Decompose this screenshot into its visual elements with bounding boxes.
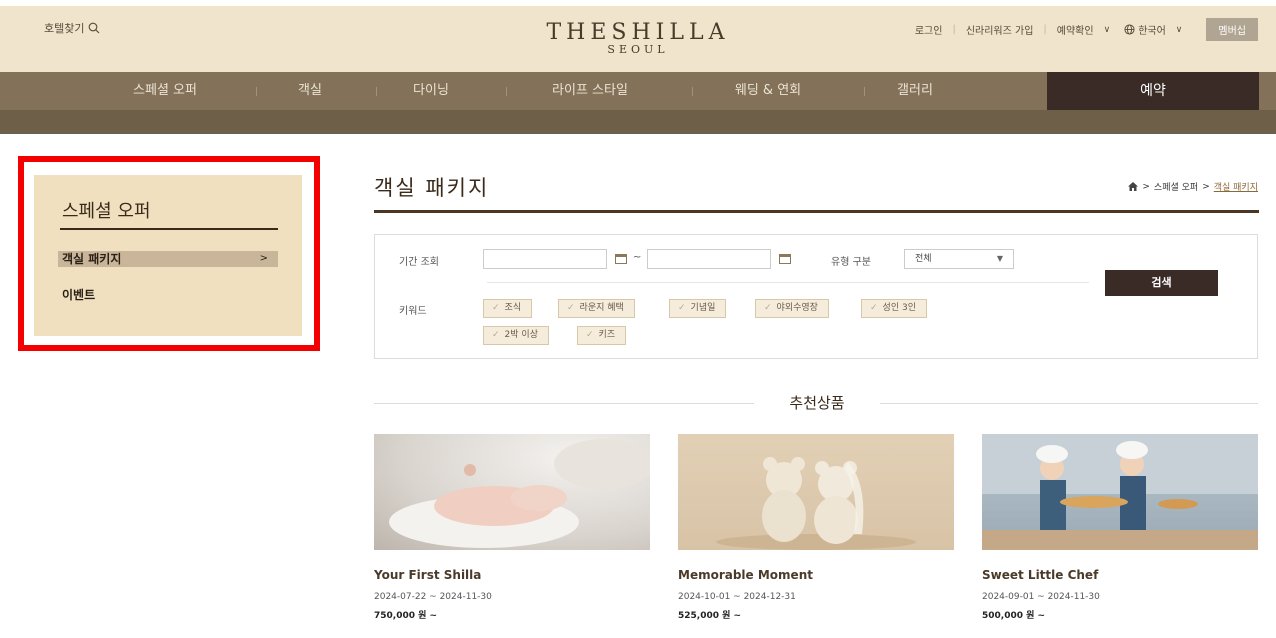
nav-separator <box>506 87 507 96</box>
check-icon: ✓ <box>492 330 500 340</box>
product-card[interactable]: Memorable Moment 2024-10-01 ~ 2024-12-31… <box>678 434 954 621</box>
product-period: 2024-09-01 ~ 2024-11-30 <box>982 592 1100 602</box>
section-divider <box>880 403 1258 404</box>
date-range-separator: ~ <box>633 252 642 263</box>
page-title: 객실 패키지 <box>374 176 490 200</box>
home-icon[interactable] <box>1128 182 1139 191</box>
product-name[interactable]: Memorable Moment <box>678 568 954 582</box>
keyword-chip[interactable]: ✓ 키즈 <box>577 326 627 345</box>
product-card[interactable]: Your First Shilla 2024-07-22 ~ 2024-11-3… <box>374 434 650 621</box>
keyword-chip[interactable]: ✓ 2박 이상 <box>483 326 549 345</box>
lnb-item-room-package[interactable]: 객실 패키지 > <box>58 251 278 267</box>
keyword-chip[interactable]: ✓ 야외수영장 <box>755 299 829 318</box>
gnb-item-wedding[interactable]: 웨딩 & 연회 <box>706 72 830 110</box>
keyword-label: 키워드 <box>399 306 427 317</box>
gnb-item-dining[interactable]: 다이닝 <box>396 72 466 110</box>
recommend-title: 추천상품 <box>789 394 845 412</box>
title-divider <box>374 210 1259 213</box>
breadcrumb-separator: > <box>1202 181 1210 192</box>
keyword-chip-label: 라운지 혜택 <box>579 303 624 313</box>
product-name[interactable]: Sweet Little Chef <box>982 568 1258 582</box>
search-panel: 기간 조회 ~ 유형 구분 전체 ▼ 검색 키워드 ✓ 조식 ✓ 라운지 혜택 ✓ 기… <box>374 234 1258 359</box>
nav-separator <box>376 87 377 96</box>
product-price: 500,000 원 ~ <box>982 611 1046 621</box>
global-nav: 스페셜 오퍼 객실 다이닝 라이프 스타일 웨딩 & 연회 갤러리 예약 <box>0 72 1276 110</box>
keyword-chip-label: 기념일 <box>690 303 716 313</box>
period-label: 기간 조회 <box>399 257 439 268</box>
reservation-check-link[interactable]: 예약확인 <box>1057 22 1094 37</box>
globe-icon <box>1124 24 1135 35</box>
lnb-title: 스페셜 오퍼 <box>62 201 151 222</box>
baby-hand-image[interactable] <box>374 434 650 550</box>
join-link[interactable]: 신라리워즈 가입 <box>966 22 1034 37</box>
chevron-right-icon: > <box>259 253 268 264</box>
check-icon: ✓ <box>764 303 772 313</box>
type-label: 유형 구분 <box>831 257 871 268</box>
teddy-bears-image[interactable] <box>678 434 954 550</box>
chevron-down-icon[interactable]: ∨ <box>1104 25 1111 35</box>
breadcrumb-parent[interactable]: 스페셜 오퍼 <box>1154 180 1198 193</box>
caret-down-icon: ▼ <box>996 254 1003 263</box>
keyword-chip-label: 조식 <box>504 303 522 313</box>
left-nav: 스페셜 오퍼 객실 패키지 > 이벤트 <box>34 175 302 336</box>
gnb-item-special-offer[interactable]: 스페셜 오퍼 <box>110 72 220 110</box>
keyword-chip[interactable]: ✓ 라운지 혜택 <box>558 299 635 318</box>
check-icon: ✓ <box>870 303 878 313</box>
chevron-down-icon[interactable]: ∨ <box>1176 25 1183 35</box>
check-icon: ✓ <box>567 303 575 313</box>
keyword-chip[interactable]: ✓ 조식 <box>483 299 533 318</box>
nav-separator <box>692 87 693 96</box>
check-icon: ✓ <box>586 330 594 340</box>
gnb-item-lifestyle[interactable]: 라이프 스타일 <box>528 72 652 110</box>
keyword-chip[interactable]: ✓ 기념일 <box>669 299 727 318</box>
end-date-input[interactable] <box>647 249 771 269</box>
product-period: 2024-07-22 ~ 2024-11-30 <box>374 592 492 602</box>
search-button[interactable]: 검색 <box>1105 270 1218 296</box>
product-period: 2024-10-01 ~ 2024-12-31 <box>678 592 796 602</box>
keyword-chip-label: 야외수영장 <box>776 303 818 313</box>
lnb-divider <box>60 228 278 230</box>
check-icon: ✓ <box>492 303 500 313</box>
start-date-input[interactable] <box>483 249 607 269</box>
sub-nav-band <box>0 110 1276 134</box>
section-divider <box>374 403 754 404</box>
divider: | <box>1043 24 1047 35</box>
language-label: 한국어 <box>1138 26 1166 37</box>
keyword-chip-label: 키즈 <box>598 330 616 340</box>
lnb-item-label: 객실 패키지 <box>62 252 122 266</box>
search-divider <box>487 282 1089 283</box>
product-price: 525,000 원 ~ <box>678 611 742 621</box>
gnb-item-rooms[interactable]: 객실 <box>280 72 340 110</box>
membership-button[interactable]: 멤버십 <box>1206 18 1258 41</box>
product-name[interactable]: Your First Shilla <box>374 568 650 582</box>
keyword-chip[interactable]: ✓ 성인 3인 <box>861 299 927 318</box>
type-select-value: 전체 <box>915 254 932 264</box>
top-utility-bar: 호텔찾기 THESHILLA SEOUL 로그인 | 신라리워즈 가입 | 예약… <box>0 0 1276 72</box>
check-icon: ✓ <box>678 303 686 313</box>
nav-separator <box>864 87 865 96</box>
breadcrumb-current[interactable]: 객실 패키지 <box>1214 180 1258 193</box>
nav-separator <box>256 87 257 96</box>
login-link[interactable]: 로그인 <box>915 22 943 37</box>
keyword-chip-label: 2박 이상 <box>504 330 538 340</box>
gnb-item-gallery[interactable]: 갤러리 <box>880 72 950 110</box>
utility-nav: 로그인 | 신라리워즈 가입 | 예약확인 ∨ 한국어 ∨ 멤버십 <box>915 18 1258 41</box>
calendar-icon[interactable] <box>615 254 627 264</box>
kids-chef-image[interactable] <box>982 434 1258 550</box>
breadcrumb-separator: > <box>1142 181 1150 192</box>
reserve-button[interactable]: 예약 <box>1047 72 1259 110</box>
logo-sub-text: SEOUL <box>607 43 669 56</box>
lnb-item-event[interactable]: 이벤트 <box>62 286 95 303</box>
keyword-chip-label: 성인 3인 <box>882 303 916 313</box>
product-price: 750,000 원 ~ <box>374 611 438 621</box>
product-card[interactable]: Sweet Little Chef 2024-09-01 ~ 2024-11-3… <box>982 434 1258 621</box>
calendar-icon[interactable] <box>779 254 791 264</box>
breadcrumb: > 스페셜 오퍼 > 객실 패키지 <box>1128 180 1258 193</box>
type-select[interactable]: 전체 ▼ <box>904 249 1014 269</box>
language-selector[interactable]: 한국어 <box>1124 22 1166 37</box>
divider: | <box>952 24 956 35</box>
